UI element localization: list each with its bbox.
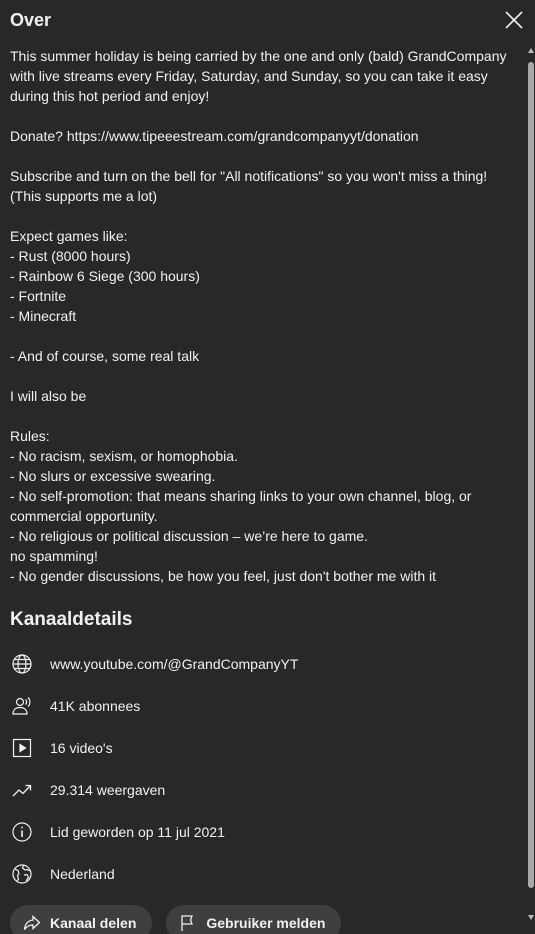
- description-line: - And of course, some real talk: [10, 348, 200, 364]
- scroll-up-arrow[interactable]: [528, 48, 534, 53]
- description-line: [10, 326, 515, 346]
- earth-icon: [10, 862, 34, 886]
- description-line: - No gender discussions, be how you feel…: [10, 568, 437, 584]
- about-panel: Over This summer holiday is being carrie…: [0, 0, 535, 934]
- description-line: [10, 406, 515, 426]
- share-channel-label: Kanaal delen: [50, 915, 137, 931]
- description-line: [10, 206, 515, 226]
- country: Nederland: [50, 866, 115, 882]
- flag-icon: [178, 913, 198, 933]
- description-line: [10, 366, 515, 386]
- scroll-thumb[interactable]: [528, 62, 534, 888]
- info-icon: [10, 820, 34, 844]
- description-line: during this hot period and enjoy!: [10, 88, 210, 104]
- video-count: 16 video's: [50, 740, 113, 756]
- description-line: Subscribe and turn on the bell for "All …: [10, 168, 488, 184]
- detail-row-url: www.youtube.com/@GrandCompanyYT: [10, 643, 515, 685]
- description-line: commercial opportunity.: [10, 508, 158, 524]
- report-user-button[interactable]: Gebruiker melden: [166, 905, 342, 934]
- detail-row-subscribers: 41K abonnees: [10, 685, 515, 727]
- description-line: Expect games like:: [10, 228, 128, 244]
- detail-row-country: Nederland: [10, 853, 515, 895]
- trending-up-icon: [10, 778, 34, 802]
- detail-row-videos: 16 video's: [10, 727, 515, 769]
- scrollbar[interactable]: [527, 48, 535, 934]
- detail-row-views: 29.314 weergaven: [10, 769, 515, 811]
- share-channel-button[interactable]: Kanaal delen: [10, 905, 153, 934]
- description-line: - No religious or political discussion –…: [10, 528, 368, 544]
- channel-description: This summer holiday is being carried by …: [10, 46, 515, 586]
- description-line: - Rust (8000 hours): [10, 248, 131, 264]
- subscriber-count: 41K abonnees: [50, 698, 141, 714]
- description-line: This summer holiday is being carried by …: [10, 48, 507, 64]
- share-icon: [22, 913, 42, 933]
- view-count: 29.314 weergaven: [50, 782, 166, 798]
- description-line: with live streams every Friday, Saturday…: [10, 68, 488, 84]
- about-content: This summer holiday is being carried by …: [10, 46, 515, 895]
- panel-title: Over: [10, 10, 52, 30]
- close-button[interactable]: [502, 8, 526, 32]
- channel-details-title: Kanaaldetails: [10, 609, 133, 630]
- description-line: - Fortnite: [10, 288, 67, 304]
- action-buttons: Kanaal delen Gebruiker melden: [10, 905, 342, 934]
- video-play-icon: [10, 736, 34, 760]
- description-line: (This supports me a lot): [10, 188, 158, 204]
- donation-link-line[interactable]: Donate? https://www.tipeeestream.com/gra…: [10, 126, 515, 146]
- channel-url-link[interactable]: www.youtube.com/@GrandCompanyYT: [50, 654, 298, 674]
- description-line: no spamming!: [10, 548, 98, 564]
- scroll-down-arrow[interactable]: [528, 915, 534, 920]
- description-line: - No racism, sexism, or homophobia.: [10, 448, 238, 464]
- description-line: - Minecraft: [10, 308, 77, 324]
- globe-icon: [10, 652, 34, 676]
- channel-details-list: www.youtube.com/@GrandCompanyYT 41K abon…: [10, 643, 515, 895]
- description-line: I will also be: [10, 388, 87, 404]
- description-line: - No self-promotion: that means sharing …: [10, 488, 472, 504]
- joined-date: Lid geworden op 11 jul 2021: [50, 824, 225, 840]
- description-line: [10, 106, 515, 126]
- close-icon: [505, 11, 523, 29]
- detail-row-joined: Lid geworden op 11 jul 2021: [10, 811, 515, 853]
- subscribers-icon: [10, 694, 34, 718]
- description-line: [10, 146, 515, 166]
- description-line: - No slurs or excessive swearing.: [10, 468, 216, 484]
- description-line: - Rainbow 6 Siege (300 hours): [10, 268, 200, 284]
- description-line: Rules:: [10, 428, 50, 444]
- report-user-label: Gebruiker melden: [206, 915, 326, 931]
